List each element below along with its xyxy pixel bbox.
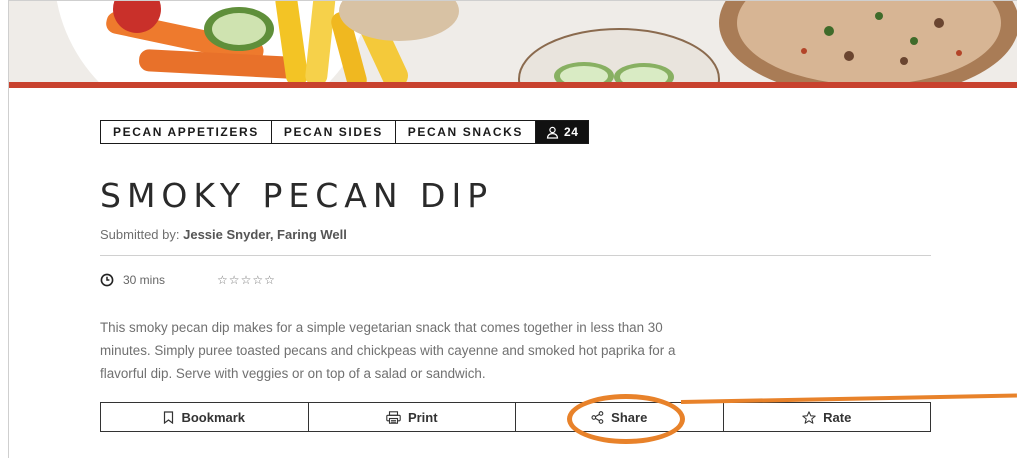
bookmark-button[interactable]: Bookmark [101, 403, 309, 431]
tag-pecan-sides[interactable]: PECAN SIDES [272, 121, 396, 143]
recipe-tags: PECAN APPETIZERS PECAN SIDES PECAN SNACK… [100, 120, 590, 144]
submitted-by-author[interactable]: Jessie Snyder, Faring Well [183, 227, 347, 242]
divider [100, 255, 931, 256]
hero-image [9, 1, 1017, 82]
hero-accent-bar [9, 82, 1017, 88]
star-icon[interactable]: ☆ [241, 273, 252, 287]
star-icon[interactable]: ☆ [217, 273, 228, 287]
rate-button[interactable]: Rate [724, 403, 931, 431]
cook-time: 30 mins [123, 273, 166, 287]
star-icon[interactable]: ☆ [229, 273, 240, 287]
printer-icon [386, 410, 401, 424]
print-label: Print [407, 409, 438, 425]
user-count-badge[interactable]: 24 [536, 121, 589, 143]
bookmark-icon [164, 410, 174, 424]
recipe-description: This smoky pecan dip makes for a simple … [100, 320, 676, 381]
user-icon [546, 126, 559, 139]
share-button[interactable]: Share [516, 403, 724, 431]
clock-icon [100, 273, 114, 287]
share-label: Share [611, 409, 648, 425]
bookmark-label: Bookmark [181, 409, 246, 425]
recipe-meta: 30 mins ☆ ☆ ☆ ☆ ☆ [100, 271, 275, 289]
rate-label: Rate [823, 409, 852, 425]
star-icon[interactable]: ☆ [252, 273, 263, 287]
star-icon[interactable]: ☆ [264, 273, 275, 287]
recipe-actions: Bookmark Print Share Rate [100, 402, 931, 432]
tag-pecan-appetizers[interactable]: PECAN APPETIZERS [101, 121, 272, 143]
tag-pecan-snacks[interactable]: PECAN SNACKS [396, 121, 537, 143]
recipe-title: SMOKY PECAN DIP [100, 176, 494, 215]
submitted-by-label: Submitted by: [100, 227, 184, 242]
user-count: 24 [564, 125, 579, 139]
submitted-by: Submitted by: Jessie Snyder, Faring Well [100, 227, 347, 242]
print-button[interactable]: Print [309, 403, 516, 431]
rating-stars[interactable]: ☆ ☆ ☆ ☆ ☆ [217, 273, 275, 287]
share-icon [591, 410, 604, 424]
star-outline-icon [802, 410, 816, 424]
